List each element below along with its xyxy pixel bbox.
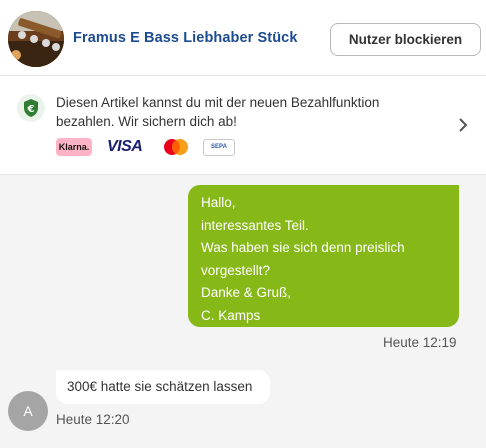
sepa-logo: SEPA [203,139,235,156]
chevron-right-icon[interactable] [456,117,470,133]
block-user-button[interactable]: Nutzer blockieren [330,23,481,56]
euro-shield-icon: € [17,94,45,122]
outgoing-message: Hallo, interessantes Teil. Was haben sie… [188,185,459,327]
incoming-message: 300€ hatte sie schätzen lassen [56,370,270,404]
chat-header: Framus E Bass Liebhaber Stück Nutzer blo… [0,0,486,76]
message-line: Danke & Gruß, [201,285,292,300]
klarna-logo: Klarna. [56,138,92,156]
message-thread[interactable]: Hallo, interessantes Teil. Was haben sie… [0,175,486,448]
listing-thumbnail[interactable] [8,11,64,67]
avatar[interactable]: A [8,391,48,431]
incoming-timestamp: Heute 12:20 [56,412,130,427]
outgoing-timestamp: Heute 12:19 [383,335,457,350]
message-line: interessantes Teil. [201,217,309,233]
payment-info-text: Diesen Artikel kannst du mit der neuen B… [56,95,380,129]
message-line: C. Kamps [201,307,261,323]
bass-guitar-photo-icon [8,11,64,67]
message-line: Was haben sie sich denn preislich [201,240,405,255]
message-line: vorgestellt? [201,262,271,278]
mastercard-logo-icon [164,139,188,155]
listing-title[interactable]: Framus E Bass Liebhaber Stück [73,30,298,46]
message-line: Hallo, [201,195,236,210]
svg-text:€: € [27,104,35,115]
visa-logo: VISA [107,138,143,155]
payment-banner[interactable]: € Diesen Artikel kannst du mit der neuen… [0,76,486,175]
